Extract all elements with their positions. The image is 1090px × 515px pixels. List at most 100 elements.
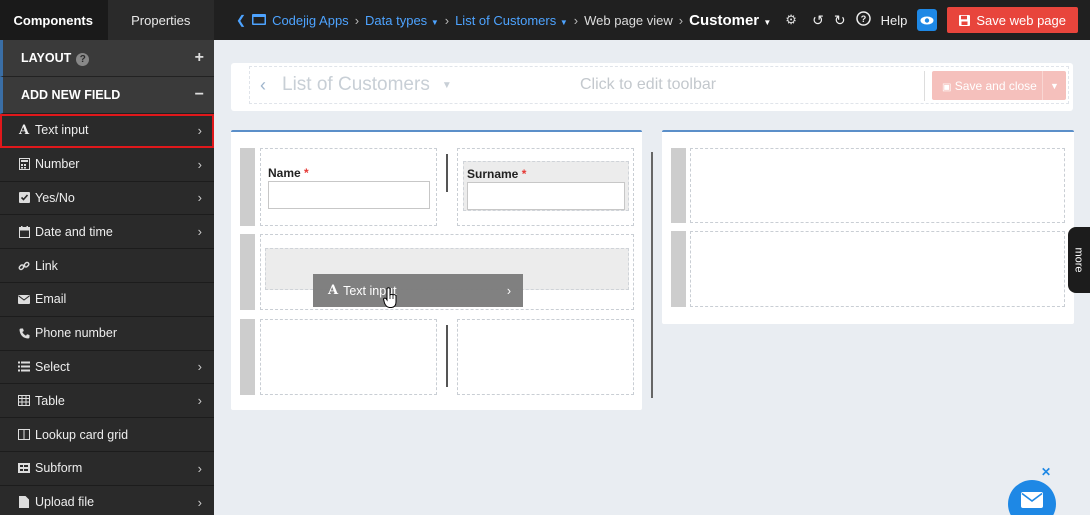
add-new-field-section[interactable]: ADD NEW FIELD − <box>0 77 214 114</box>
row-drag-handle[interactable] <box>671 231 686 307</box>
phone-icon <box>18 327 30 339</box>
row-drag-handle[interactable] <box>671 148 686 223</box>
layout-section[interactable]: LAYOUT? + <box>0 40 214 77</box>
sidebar-item-label: Phone number <box>35 326 118 341</box>
sidebar-item-label: Yes/No <box>35 190 75 205</box>
add-new-field-label: ADD NEW FIELD <box>21 88 121 102</box>
checkbox-icon <box>18 192 30 204</box>
apps-window-icon[interactable] <box>252 13 267 28</box>
column-resize-handle[interactable] <box>446 154 448 192</box>
sidebar-item-email[interactable]: Email <box>0 283 214 317</box>
redo-icon[interactable]: ↻ <box>834 12 846 29</box>
form-panel-right <box>662 130 1074 324</box>
caret-down-icon: ▼ <box>763 17 772 27</box>
sidebar-item-lookup-card-grid[interactable]: Lookup card grid <box>0 418 214 452</box>
row-drag-handle[interactable] <box>240 319 255 395</box>
surname-input[interactable] <box>467 182 625 210</box>
back-chevron-icon[interactable]: ❮ <box>236 13 246 27</box>
sidebar-item-label: Lookup card grid <box>35 427 129 442</box>
surname-field-cell[interactable]: Surname * <box>457 148 634 226</box>
sidebar-item-link[interactable]: Link <box>0 249 214 283</box>
toolbar-editable-area[interactable]: ‹ List of Customers ▼ Click to edit tool… <box>249 66 1069 104</box>
envelope-icon <box>1021 492 1043 508</box>
help-circle-icon[interactable]: ? <box>76 52 90 66</box>
expand-plus-icon[interactable]: + <box>195 49 204 67</box>
row-drag-handle[interactable] <box>240 148 255 226</box>
breadcrumb-list-of-customers-label: List of Customers <box>455 12 557 28</box>
floppy-disk-icon <box>959 14 971 26</box>
sidebar-tabs: Components Properties <box>0 0 214 40</box>
breadcrumb: ❮ Codejig Apps › Data types ▼ › List of … <box>236 12 797 29</box>
undo-icon[interactable]: ↺ <box>812 12 824 29</box>
required-mark: * <box>304 166 309 180</box>
collapse-minus-icon[interactable]: − <box>195 86 204 104</box>
surname-field-label: Surname * <box>467 167 526 181</box>
calculator-icon <box>18 158 30 171</box>
panel-column-divider[interactable] <box>651 152 653 398</box>
sidebar-item-text-input[interactable]: A Text input › <box>0 114 214 148</box>
save-and-close-label: Save and close <box>954 78 1037 93</box>
save-web-page-button[interactable]: Save web page <box>947 7 1078 33</box>
breadcrumb-current[interactable]: Customer ▼ <box>689 12 771 29</box>
sidebar-item-label: Date and time <box>35 224 113 239</box>
form-panel-left: Name * Surname * <box>231 130 642 410</box>
row-drag-handle[interactable] <box>240 234 255 310</box>
close-icon[interactable]: ✕ <box>1041 465 1051 479</box>
save-web-page-label: Save web page <box>976 12 1066 28</box>
breadcrumb-data-types[interactable]: Data types ▼ <box>365 13 439 28</box>
breadcrumb-list-of-customers[interactable]: List of Customers ▼ <box>455 13 568 28</box>
tab-components[interactable]: Components <box>0 0 107 40</box>
gear-icon[interactable]: ⚙ <box>785 12 797 28</box>
sidebar-item-table[interactable]: Table › <box>0 384 214 419</box>
tab-properties[interactable]: Properties <box>106 0 214 40</box>
chevron-right-icon: › <box>197 122 202 138</box>
floppy-disk-icon: ▣ <box>942 81 952 93</box>
text-A-icon: A <box>18 122 30 138</box>
surname-label-text: Surname <box>467 167 519 181</box>
sidebar-item-upload-file[interactable]: Upload file › <box>0 486 214 515</box>
toolbar-divider <box>924 71 925 101</box>
eye-icon <box>920 16 934 24</box>
empty-field-cell[interactable] <box>260 319 437 395</box>
file-icon <box>18 496 30 509</box>
svg-text:?: ? <box>860 14 866 24</box>
breadcrumb-separator-icon: › <box>678 12 684 28</box>
column-resize-handle[interactable] <box>446 325 448 387</box>
page-toolbar[interactable]: ‹ List of Customers ▼ Click to edit tool… <box>231 63 1073 111</box>
breadcrumb-codejig-apps[interactable]: Codejig Apps <box>272 13 349 28</box>
caret-down-icon: ▼ <box>1042 71 1066 100</box>
save-and-close-button: ▣ Save and close ▼ <box>932 71 1066 100</box>
name-input[interactable] <box>268 181 430 209</box>
sidebar-item-label: Text input <box>35 123 89 138</box>
chevron-right-icon: › <box>197 494 202 510</box>
chevron-right-icon: › <box>197 359 202 375</box>
breadcrumb-data-types-label: Data types <box>365 12 428 28</box>
name-field-cell[interactable]: Name * <box>260 148 437 226</box>
empty-field-cell[interactable] <box>457 319 634 395</box>
help-link[interactable]: Help <box>881 13 908 28</box>
topbar-actions: ↺ ↻ ? Help Save web page <box>812 7 1078 33</box>
sidebar-item-number[interactable]: Number › <box>0 148 214 182</box>
dragged-text-input-item[interactable]: A Text input › <box>313 274 523 307</box>
sidebar-item-yes-no[interactable]: Yes/No › <box>0 182 214 216</box>
chat-button[interactable] <box>1008 480 1056 515</box>
sidebar-item-phone[interactable]: Phone number <box>0 317 214 351</box>
more-side-tab[interactable]: more <box>1068 227 1090 293</box>
chevron-right-icon: › <box>197 460 202 476</box>
subform-icon <box>18 462 30 474</box>
sidebar-item-date-time[interactable]: Date and time › <box>0 215 214 250</box>
sidebar-item-subform[interactable]: Subform › <box>0 452 214 486</box>
calendar-icon <box>18 225 30 238</box>
columns-icon <box>18 429 30 441</box>
empty-field-cell[interactable] <box>690 148 1065 223</box>
name-label-text: Name <box>268 166 301 180</box>
sidebar-item-label: Email <box>35 292 67 307</box>
preview-eye-button[interactable] <box>917 9 938 31</box>
sidebar-item-select[interactable]: Select › <box>0 351 214 385</box>
breadcrumb-separator-icon: › <box>444 12 450 28</box>
caret-down-icon: ▼ <box>559 17 568 27</box>
empty-field-cell[interactable] <box>690 231 1065 307</box>
help-circle-icon[interactable]: ? <box>855 11 871 29</box>
caret-down-icon: ▼ <box>441 79 452 91</box>
hand-pointer-cursor-icon <box>382 287 398 312</box>
